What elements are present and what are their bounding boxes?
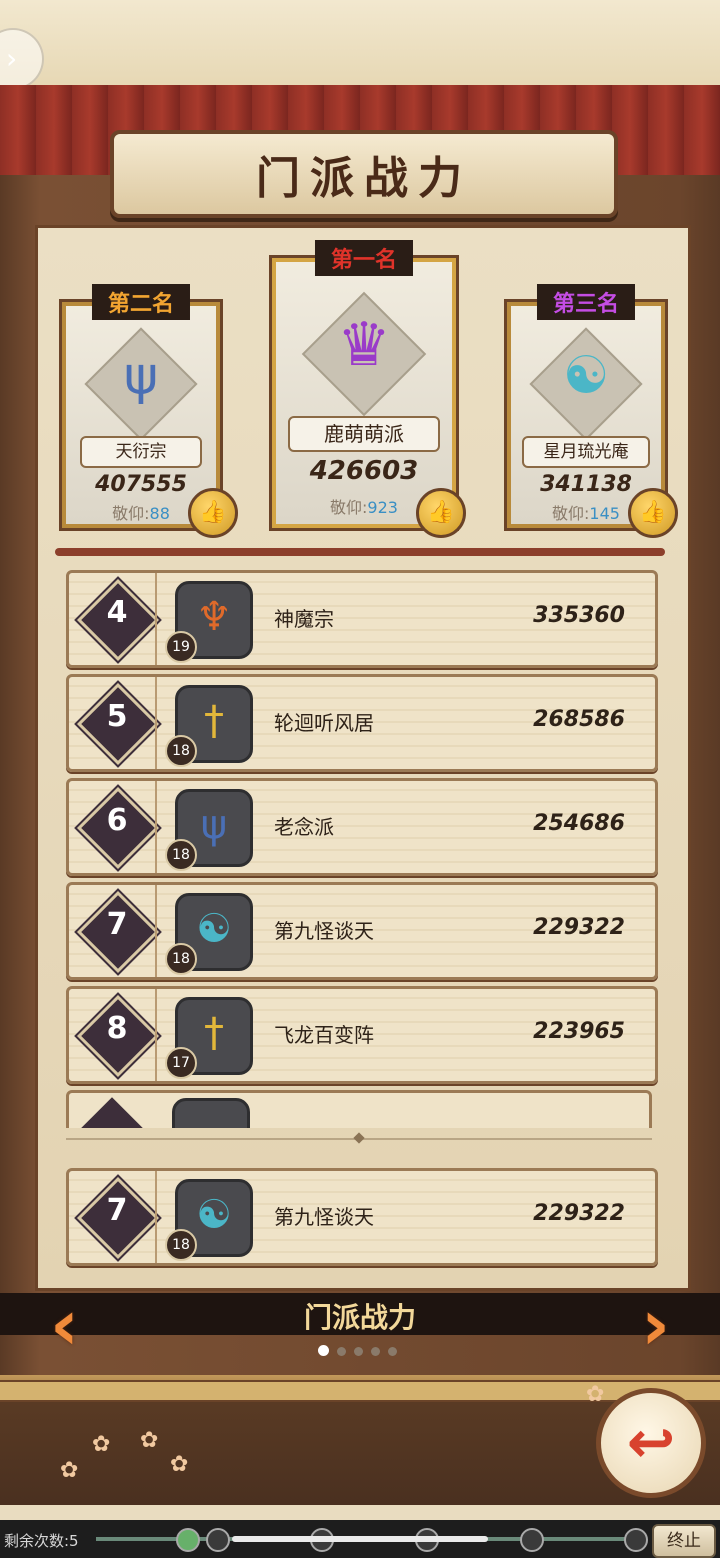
blossom-icon: ✿: [586, 1382, 605, 1407]
floor-rail: [0, 1380, 720, 1402]
my-sect-row[interactable]: 7 ☯ 18 第九怪谈天 229322: [66, 1168, 658, 1266]
trident-icon: ψ: [123, 346, 159, 406]
page-dot[interactable]: [337, 1347, 346, 1356]
sect-name: 轮迴听风居: [274, 711, 374, 735]
prev-arrow-icon[interactable]: ‹: [50, 1290, 110, 1360]
title-plaque: 门派战力: [110, 130, 618, 218]
sect-power: 229322: [533, 1201, 625, 1226]
divider: [155, 677, 157, 769]
divider: [155, 573, 157, 665]
rank-row[interactable]: 4 ♆ 19 神魔宗 335360: [66, 570, 658, 668]
sect-name: 第九怪谈天: [274, 1205, 374, 1229]
sect-name: 飞龙百变阵: [274, 1023, 374, 1047]
rank-number: 4: [106, 595, 128, 630]
sect-power: 223965: [533, 1019, 625, 1044]
level-badge: 17: [165, 1047, 197, 1079]
list-top-bar: [55, 548, 665, 556]
clipped-row-bg: [66, 1090, 652, 1128]
progress-node: [624, 1528, 648, 1552]
return-button[interactable]: ↩: [596, 1388, 706, 1498]
sect-name: 神魔宗: [274, 607, 334, 631]
progress-node: [520, 1528, 544, 1552]
sect-name: 星月琉光庵: [522, 436, 650, 468]
rank-number: 7: [106, 1193, 128, 1228]
rank-row[interactable]: 5 † 18 轮迴听风居 268586: [66, 674, 658, 772]
page-dot[interactable]: [371, 1347, 380, 1356]
page-indicator: [318, 1341, 418, 1356]
level-badge: 18: [165, 943, 197, 975]
level-badge: 19: [165, 631, 197, 663]
level-badge: 18: [165, 839, 197, 871]
podium-card-first[interactable]: 第一名 ♛ 鹿萌萌派 426603 敬仰:923: [272, 240, 456, 528]
page-dot[interactable]: [388, 1347, 397, 1356]
remaining-count: 剩余次数:5: [4, 1532, 79, 1550]
blossom-icon: ✿: [60, 1458, 79, 1483]
rank-row-clipped[interactable]: [66, 1090, 652, 1128]
rank-label: 第三名: [536, 284, 636, 320]
thumbs-up-button[interactable]: 👍: [188, 488, 238, 538]
stop-button[interactable]: 终止: [652, 1524, 716, 1558]
level-badge: 18: [165, 735, 197, 767]
sect-power: 254686: [533, 811, 625, 836]
thumbs-up-button[interactable]: 👍: [416, 488, 466, 538]
sect-power: 268586: [533, 707, 625, 732]
page-dot[interactable]: [354, 1347, 363, 1356]
next-arrow-icon[interactable]: ›: [610, 1290, 670, 1360]
flame-crown-icon: ♛: [337, 310, 391, 380]
sect-power: 335360: [533, 603, 625, 628]
page-dot-active[interactable]: [318, 1345, 329, 1356]
rank-row[interactable]: 7 ☯ 18 第九怪谈天 229322: [66, 882, 658, 980]
thumbs-up-button[interactable]: 👍: [628, 488, 678, 538]
return-arrow-icon: ↩: [626, 1408, 676, 1476]
rank-number: 5: [106, 699, 128, 734]
rank-number: 7: [106, 907, 128, 942]
divider: [155, 885, 157, 977]
divider: [155, 1171, 157, 1263]
page-title: 门派战力: [256, 153, 472, 204]
sect-name: 天衍宗: [80, 436, 202, 468]
sect-name: 第九怪谈天: [274, 919, 374, 943]
level-badge: 18: [165, 1229, 197, 1261]
divider: [155, 781, 157, 873]
sect-power: 426603: [309, 456, 419, 486]
sect-name: 老念派: [274, 815, 334, 839]
home-indicator: [232, 1536, 488, 1542]
sect-power: 229322: [533, 915, 625, 940]
divider: [155, 989, 157, 1081]
progress-node: [206, 1528, 230, 1552]
progress-node: [176, 1528, 200, 1552]
sect-power: 407555: [95, 472, 187, 497]
sky-background: [0, 0, 720, 90]
blossom-icon: ✿: [170, 1452, 189, 1477]
blossom-icon: ✿: [92, 1432, 111, 1457]
rank-row[interactable]: 6 ψ 18 老念派 254686: [66, 778, 658, 876]
taiji-icon: ☯: [562, 346, 610, 406]
rank-label: 第二名: [91, 284, 191, 320]
chevron-right-icon: ›: [6, 42, 18, 75]
rank-row[interactable]: 8 † 17 飞龙百变阵 223965: [66, 986, 658, 1084]
rank-number: 8: [106, 1011, 128, 1046]
sect-name: 鹿萌萌派: [288, 416, 440, 452]
rank-number: 6: [106, 803, 128, 838]
sect-icon-frame: [172, 1098, 250, 1128]
rank-label: 第一名: [314, 240, 414, 276]
blossom-icon: ✿: [140, 1428, 159, 1453]
